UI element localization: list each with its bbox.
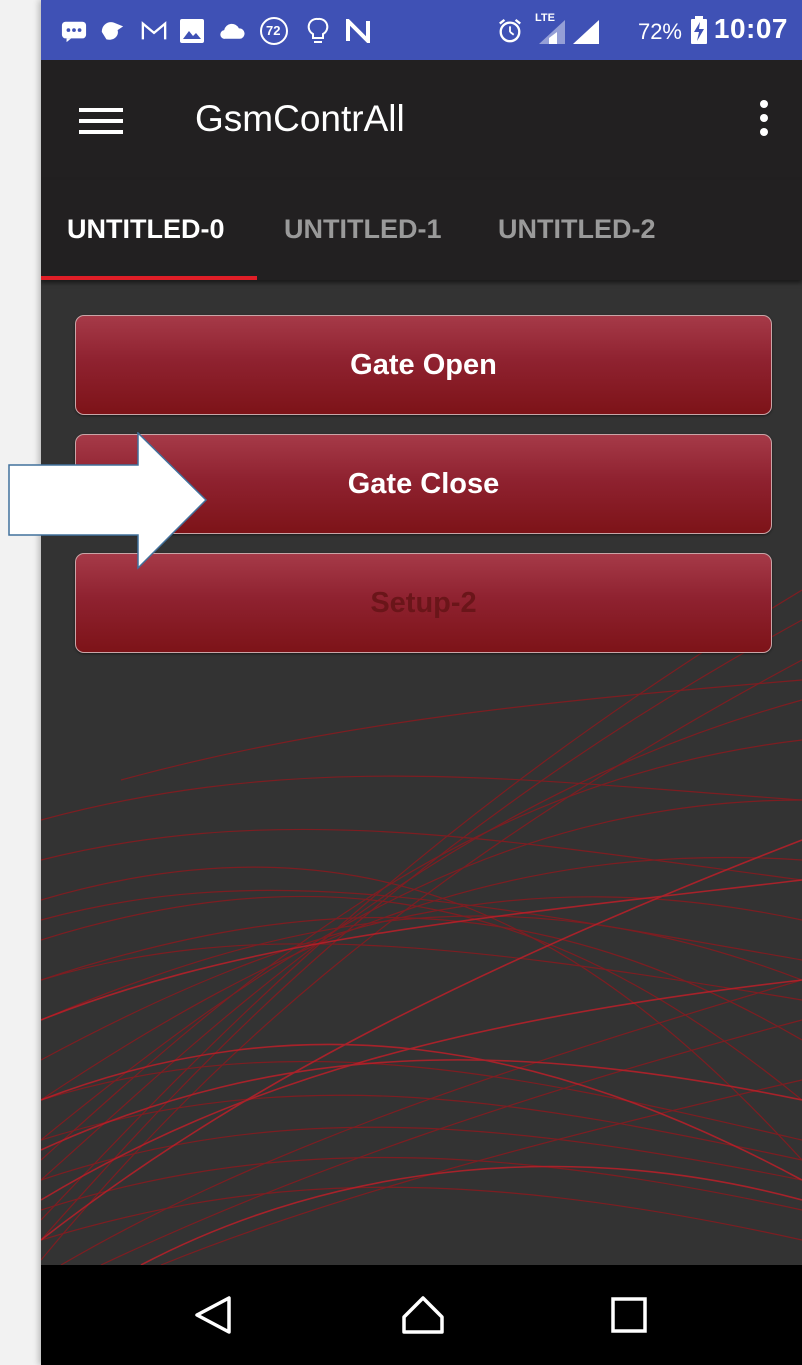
- status-bar: 72 LTE 72% 10:07: [41, 0, 802, 60]
- battery-charging-icon: [690, 16, 708, 44]
- battery-percent: 72%: [637, 19, 682, 44]
- hamburger-menu-icon[interactable]: [79, 108, 123, 134]
- message-icon: [61, 18, 87, 44]
- status-clock: 10:07: [713, 13, 788, 44]
- temperature-badge-text: 72: [266, 23, 281, 38]
- callout-arrow-icon: [8, 432, 208, 570]
- app-title: GsmContrAll: [195, 98, 405, 139]
- red-wave-background: [41, 589, 802, 1265]
- recents-icon[interactable]: [609, 1295, 653, 1335]
- home-icon[interactable]: [401, 1295, 445, 1335]
- signal-icon: [571, 18, 601, 44]
- app-bar: GsmContrAll: [41, 60, 802, 180]
- nfc-icon: [345, 18, 371, 44]
- bulb-icon: [305, 17, 331, 44]
- navigation-bar: [41, 1265, 802, 1365]
- tab-bar: UNTITLED-0 UNTITLED-1 UNTITLED-2: [41, 180, 802, 280]
- back-icon[interactable]: [191, 1295, 235, 1335]
- active-tab-indicator: [41, 276, 257, 280]
- temperature-badge-icon: 72: [259, 16, 289, 46]
- alarm-icon: [497, 18, 523, 44]
- tab-untitled-1[interactable]: UNTITLED-1: [284, 214, 442, 245]
- tab-untitled-2[interactable]: UNTITLED-2: [498, 214, 656, 245]
- gate-open-button[interactable]: Gate Open: [75, 315, 772, 415]
- lte-signal-icon: LTE: [535, 12, 567, 44]
- lte-label: LTE: [535, 12, 555, 24]
- cloud-icon: [219, 18, 245, 44]
- main-content: Gate Open Gate Close Setup-2: [41, 280, 802, 1265]
- tab-untitled-0[interactable]: UNTITLED-0: [67, 214, 225, 245]
- more-vert-icon[interactable]: [754, 100, 774, 144]
- image-icon: [179, 18, 205, 44]
- screenshot-canvas: 72 LTE 72% 10:07 GsmContrAll UNTITLED-0 …: [0, 0, 802, 1365]
- phone-screen: 72 LTE 72% 10:07 GsmContrAll UNTITLED-0 …: [41, 0, 802, 1365]
- hangouts-icon: [99, 18, 125, 44]
- gmail-icon: [141, 18, 167, 44]
